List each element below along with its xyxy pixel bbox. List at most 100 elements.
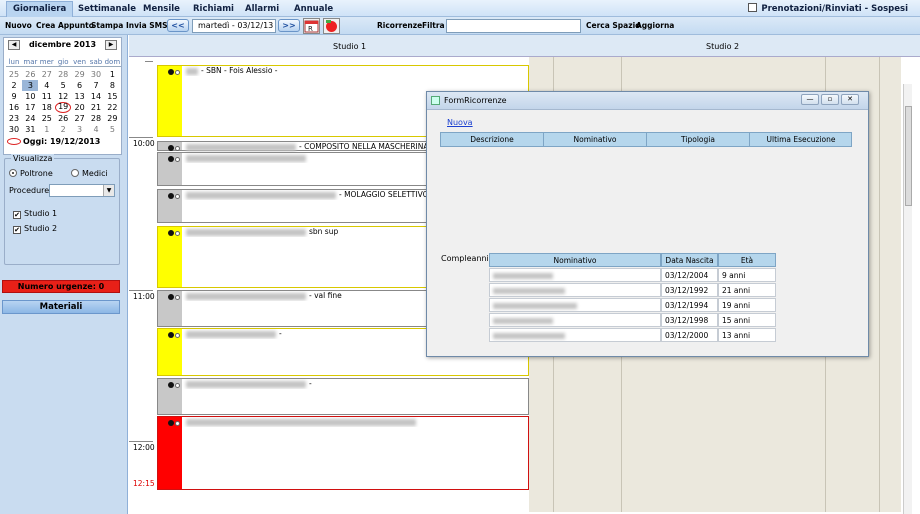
calendar-day[interactable]: 2 — [55, 124, 71, 135]
dialog-titlebar[interactable]: FormRicorrenze — ▫ ✕ — [427, 92, 868, 110]
next-month-button[interactable]: ▶ — [105, 40, 117, 50]
calendar-day[interactable]: 25 — [6, 69, 22, 80]
calendar-day[interactable]: 5 — [55, 80, 71, 91]
calendar-day[interactable]: 1 — [104, 69, 120, 80]
calendar-day[interactable]: 24 — [22, 113, 38, 124]
calendar-day[interactable]: 13 — [72, 91, 88, 102]
column-header[interactable]: Tipologia — [647, 133, 750, 146]
studio2-checkbox[interactable]: ✔ Studio 2 — [13, 224, 57, 234]
calendar-day[interactable]: 11 — [39, 91, 55, 102]
appointment[interactable]: - — [157, 378, 529, 415]
column-header[interactable]: Descrizione — [441, 133, 544, 146]
tab-giornaliera[interactable]: Giornaliera — [6, 1, 74, 17]
calendar-day[interactable]: 29 — [104, 113, 120, 124]
calendar-day[interactable]: 14 — [88, 91, 104, 102]
bday-age-cell[interactable]: 19 anni — [718, 298, 776, 312]
tab-annuale[interactable]: Annuale — [294, 2, 333, 16]
tab-richiami[interactable]: Richiami — [193, 2, 234, 16]
tab-settimanale[interactable]: Settimanale — [78, 2, 136, 16]
calendar-day[interactable]: 30 — [6, 124, 22, 135]
current-date-field[interactable]: martedì - 03/12/13 — [192, 19, 276, 33]
calendar-day[interactable]: 30 — [88, 69, 104, 80]
calendar-day[interactable]: 5 — [104, 124, 120, 135]
minimize-button[interactable]: — — [801, 94, 819, 105]
prenotazioni-checkbox[interactable] — [748, 3, 758, 12]
calendar-day[interactable]: 26 — [22, 69, 38, 80]
bday-name-cell[interactable] — [489, 328, 661, 342]
calendar-day[interactable]: 12 — [55, 91, 71, 102]
aggiorna-button[interactable]: Aggiorna — [636, 21, 674, 30]
calendar-print-icon[interactable]: R — [303, 18, 320, 34]
calendar-day[interactable]: 6 — [72, 80, 88, 91]
calendar-day[interactable]: 8 — [104, 80, 120, 91]
vertical-scrollbar[interactable] — [903, 84, 912, 514]
calendar-day[interactable]: 16 — [6, 102, 22, 113]
close-button[interactable]: ✕ — [841, 94, 859, 105]
bday-name-cell[interactable] — [489, 298, 661, 312]
prev-day-button[interactable]: << — [167, 19, 189, 32]
bday-name-cell[interactable] — [489, 283, 661, 297]
calendar-day[interactable]: 17 — [22, 102, 38, 113]
medici-radio[interactable]: Medici — [71, 169, 108, 178]
column-header[interactable]: Data Nascita — [661, 253, 718, 267]
calendar-day[interactable]: 19 — [55, 102, 72, 113]
bday-age-cell[interactable]: 9 anni — [718, 268, 776, 282]
calendar-day[interactable]: 18 — [39, 102, 55, 113]
next-day-button[interactable]: >> — [278, 19, 300, 32]
calendar-day[interactable]: 4 — [39, 80, 55, 91]
scrollbar-thumb[interactable] — [905, 106, 912, 206]
calendar-day[interactable]: 29 — [72, 69, 88, 80]
calendar-day[interactable]: 3 — [72, 124, 88, 135]
materiali-button[interactable]: Materiali — [2, 300, 120, 314]
calendar-day[interactable]: 10 — [22, 91, 38, 102]
calendar-day[interactable]: 28 — [55, 69, 71, 80]
calendar-day[interactable]: 21 — [88, 102, 104, 113]
calendar-day[interactable]: 28 — [88, 113, 104, 124]
bday-age-cell[interactable]: 15 anni — [718, 313, 776, 327]
bday-date-cell[interactable]: 03/12/1998 — [661, 313, 718, 327]
stampa-button[interactable]: Stampa — [91, 21, 123, 30]
studio1-checkbox[interactable]: ✔ Studio 1 — [13, 209, 57, 219]
column-header[interactable]: Età — [718, 253, 776, 267]
prenotazioni-toggle[interactable]: Prenotazioni/Rinviati - Sospesi — [748, 2, 908, 16]
calendar-day[interactable]: 26 — [55, 113, 71, 124]
bday-name-cell[interactable] — [489, 268, 661, 282]
bday-date-cell[interactable]: 03/12/1992 — [661, 283, 718, 297]
bday-age-cell[interactable]: 13 anni — [718, 328, 776, 342]
invia-sms-button[interactable]: Invia SMS — [126, 21, 168, 30]
reminder-icon[interactable] — [323, 18, 340, 34]
calendar-day[interactable]: 9 — [6, 91, 22, 102]
poltrone-radio[interactable]: Poltrone — [9, 169, 53, 178]
bday-date-cell[interactable]: 03/12/2000 — [661, 328, 718, 342]
bday-date-cell[interactable]: 03/12/1994 — [661, 298, 718, 312]
bday-name-cell[interactable] — [489, 313, 661, 327]
calendar-day[interactable]: 1 — [39, 124, 55, 135]
calendar-day[interactable]: 15 — [104, 91, 120, 102]
calendar-day[interactable]: 27 — [39, 69, 55, 80]
tab-allarmi[interactable]: Allarmi — [245, 2, 279, 16]
nuovo-button[interactable]: Nuovo — [5, 21, 32, 30]
procedure-select[interactable]: ▼ — [49, 184, 115, 197]
crea-appunto-button[interactable]: Crea Appunto — [36, 21, 94, 30]
calendar-day[interactable]: 7 — [88, 80, 104, 91]
calendar-day[interactable]: 23 — [6, 113, 22, 124]
column-header[interactable]: Nominativo — [544, 133, 647, 146]
cerca-spazio-button[interactable]: Cerca Spazio — [586, 21, 640, 30]
calendar-day[interactable]: 3 — [22, 80, 39, 91]
urgenze-counter[interactable]: Numero urgenze: 0 — [2, 280, 120, 293]
bday-age-cell[interactable]: 21 anni — [718, 283, 776, 297]
filter-input[interactable] — [446, 19, 581, 33]
column-header[interactable]: Nominativo — [489, 253, 661, 267]
maximize-button[interactable]: ▫ — [821, 94, 839, 105]
today-link[interactable]: Oggi: 19/12/2013 — [7, 137, 100, 146]
calendar-day[interactable]: 4 — [88, 124, 104, 135]
calendar-day[interactable]: 31 — [22, 124, 38, 135]
bday-date-cell[interactable]: 03/12/2004 — [661, 268, 718, 282]
calendar-day[interactable]: 27 — [72, 113, 88, 124]
calendar-day[interactable]: 22 — [104, 102, 120, 113]
appointment[interactable] — [157, 416, 529, 490]
calendar-day[interactable]: 2 — [6, 80, 22, 91]
calendar-day[interactable]: 20 — [72, 102, 88, 113]
ricorrenze-button[interactable]: Ricorrenze — [377, 21, 422, 30]
tab-mensile[interactable]: Mensile — [143, 2, 180, 16]
